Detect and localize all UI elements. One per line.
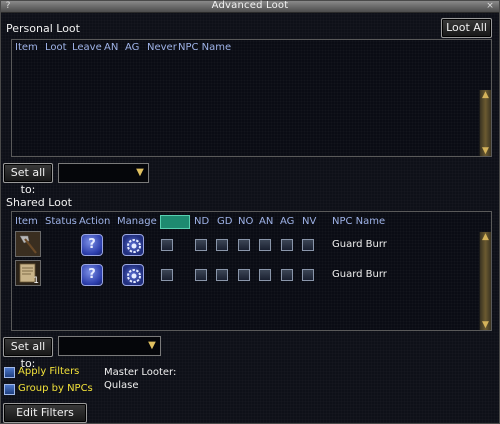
auto-checkbox[interactable] [161,239,173,251]
col-gd[interactable]: GD [217,216,232,227]
col-npc-name[interactable]: NPC Name [332,216,385,227]
shared-set-all-dropdown[interactable]: ▼ [58,336,161,356]
master-looter-label: Master Looter: [104,367,177,378]
scroll-up-icon[interactable]: ▲ [480,90,491,100]
edit-filters-button[interactable]: Edit Filters [3,403,87,423]
gd-checkbox[interactable] [216,239,228,251]
nv-checkbox[interactable] [302,269,314,281]
shared-scrollbar[interactable]: ▲ ▼ [479,232,491,330]
col-status[interactable]: Status [45,216,77,227]
no-checkbox[interactable] [238,269,250,281]
title-bar[interactable]: ? Advanced Loot × [1,0,499,13]
scroll-icon[interactable]: 1 [15,260,41,286]
no-checkbox[interactable] [238,239,250,251]
nv-checkbox[interactable] [302,239,314,251]
apply-filters-label[interactable]: Apply Filters [18,366,79,377]
col-loot[interactable]: Loot [45,42,67,53]
scroll-up-icon[interactable]: ▲ [480,232,491,242]
manage-gear-button[interactable] [122,234,144,256]
axe-icon[interactable] [15,231,41,257]
nd-checkbox[interactable] [195,269,207,281]
col-leave[interactable]: Leave [72,42,102,53]
chevron-down-icon: ▼ [148,340,156,351]
personal-loot-label: Personal Loot [6,22,80,35]
ag-checkbox[interactable] [281,239,293,251]
col-an[interactable]: AN [104,42,118,53]
an-checkbox[interactable] [259,239,271,251]
personal-set-all-button[interactable]: Set all to: [3,163,53,196]
col-no[interactable]: NO [238,216,253,227]
ag-checkbox[interactable] [281,269,293,281]
scroll-down-icon[interactable]: ▼ [480,320,491,330]
col-npc-name[interactable]: NPC Name [178,42,231,53]
close-icon[interactable]: × [485,2,495,12]
personal-set-all-dropdown[interactable]: ▼ [58,163,149,183]
personal-loot-list[interactable]: Item Loot Leave AN AG Never NPC Name ▲ ▼ [11,39,492,157]
col-auto-icon[interactable] [160,215,190,229]
nd-checkbox[interactable] [195,239,207,251]
action-question-button[interactable]: ? [81,234,103,256]
shared-loot-label: Shared Loot [6,196,72,209]
col-ag[interactable]: AG [125,42,139,53]
action-question-button[interactable]: ? [81,264,103,286]
col-manage[interactable]: Manage [117,216,157,227]
item-count: 1 [33,276,39,286]
group-by-npcs-label[interactable]: Group by NPCs [18,383,93,394]
col-an[interactable]: AN [259,216,273,227]
col-ag[interactable]: AG [280,216,294,227]
col-item[interactable]: Item [15,42,38,53]
col-nd[interactable]: ND [194,216,209,227]
shared-set-all-button[interactable]: Set all to: [3,337,53,370]
npc-name-cell: Guard Burr [332,269,387,280]
loot-all-button[interactable]: Loot All [441,18,492,38]
col-never[interactable]: Never [147,42,177,53]
an-checkbox[interactable] [259,269,271,281]
advanced-loot-window: ? Advanced Loot × Personal Loot Loot All… [0,0,500,424]
master-looter-name: Qulase [104,380,139,391]
personal-scrollbar[interactable]: ▲ ▼ [479,90,491,156]
window-title: Advanced Loot [211,0,289,11]
auto-checkbox[interactable] [161,269,173,281]
col-action[interactable]: Action [79,216,110,227]
gd-checkbox[interactable] [216,269,228,281]
apply-filters-checkbox[interactable] [4,367,15,378]
col-item[interactable]: Item [15,216,38,227]
npc-name-cell: Guard Burr [332,239,387,250]
shared-loot-list[interactable]: Item Status Action Manage ND GD NO AN AG… [11,211,492,331]
col-nv[interactable]: NV [302,216,316,227]
manage-gear-button[interactable] [122,264,144,286]
group-by-npcs-checkbox[interactable] [4,384,15,395]
scroll-down-icon[interactable]: ▼ [480,146,491,156]
chevron-down-icon: ▼ [136,167,144,178]
